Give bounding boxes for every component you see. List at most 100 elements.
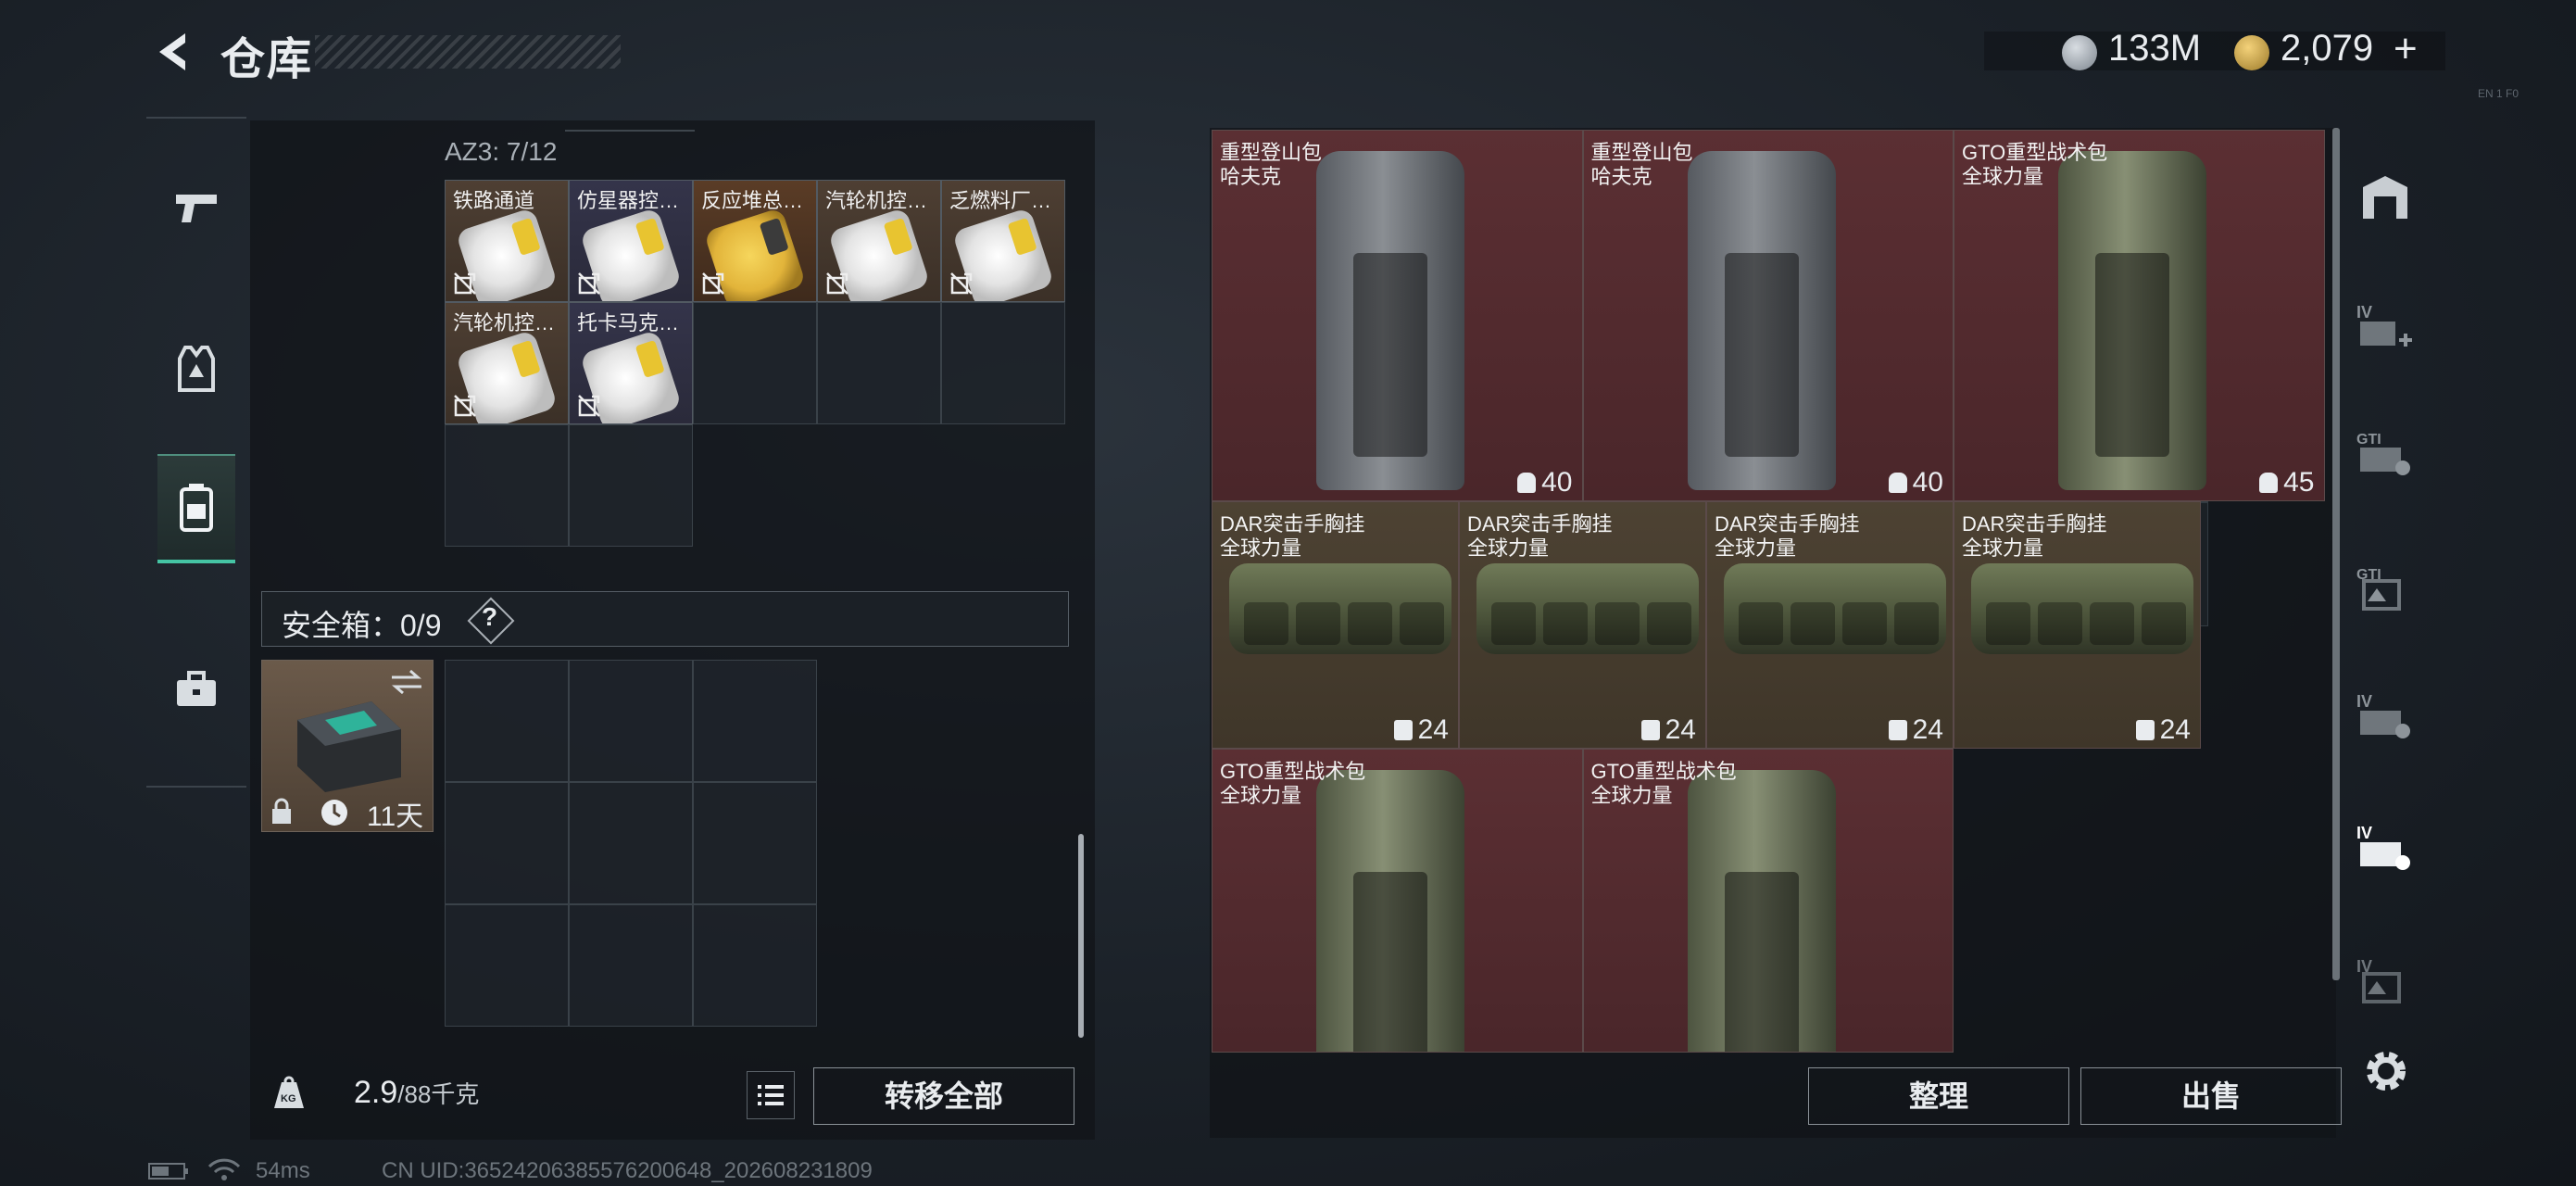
stash-item[interactable]: 重型登山包 哈夫克 40 [1582,130,1954,501]
rig-pouch [1986,601,2030,645]
stash-item[interactable]: DAR突击手胸挂 全球力量 24 [1459,500,1706,749]
backpack-strap [1724,871,1799,1053]
safe-grid-cell[interactable] [693,660,817,782]
stash-item[interactable]: GTO重型战术包 全球力量 45 [1954,130,2325,501]
safe-grid-cell[interactable] [569,660,693,782]
item-capacity: 24 [2135,714,2191,746]
stash-item[interactable]: DAR突击手胸挂 全球力量 24 [1706,500,1954,749]
weight-display: 2.9/88千克 [354,1075,479,1111]
safe-grid-cell[interactable] [693,782,817,904]
safe-grid-cell[interactable] [445,904,569,1027]
tab-stash-2[interactable]: GTI [2353,421,2418,486]
nav-weapons[interactable] [157,156,235,259]
swap-icon[interactable] [388,668,425,696]
stash-item[interactable]: DAR突击手胸挂 全球力量 24 [1954,500,2201,749]
tab-stash-4[interactable]: IV [2353,684,2418,749]
grid-cell[interactable] [445,424,569,547]
tab-stash-3[interactable]: GTI [2353,556,2418,621]
svg-text:IV: IV [2356,692,2372,711]
safe-grid-cell[interactable] [445,782,569,904]
battery-icon [148,1163,188,1180]
svg-text:IV: IV [2356,824,2372,842]
item-faction: 全球力量 [1962,165,2044,188]
keycard-name: 反应堆总… [701,189,804,212]
rig-pouch [1791,601,1835,645]
weight-icon: KG [274,1076,304,1108]
sell-button[interactable]: 出售 [2080,1067,2342,1125]
keycard-item[interactable]: 铁路通道 [445,180,569,302]
tab-warehouse[interactable] [2353,165,2418,230]
keycard-item[interactable]: 乏燃料厂… [941,180,1065,302]
tab-stash-5-selected[interactable]: IV [2353,815,2418,880]
settings-gear-icon[interactable] [2360,1045,2412,1097]
item-faction: 全球力量 [1715,536,1797,560]
weight-capacity: /88千克 [397,1080,480,1108]
weight-value: 2.9 [354,1075,398,1110]
grid-cell[interactable] [569,424,693,547]
vest-capacity-icon [2135,719,2155,740]
divider [565,130,695,132]
ping: 54ms [256,1158,310,1183]
grid-cell[interactable] [817,302,941,424]
safe-box-image [297,701,401,792]
capacity-value: 24 [1417,713,1449,745]
keycard-chip [510,217,541,256]
safe-grid-cell[interactable] [445,660,569,782]
item-faction: 全球力量 [1220,783,1302,807]
silver-coin-icon [2062,35,2097,70]
stash-item[interactable]: GTO重型战术包 全球力量 [1212,748,1583,1053]
safe-grid-cell[interactable] [693,904,817,1027]
backpack-icon [180,484,213,532]
keycard-name: 仿星器控… [577,189,680,212]
tab-stash-1[interactable]: IV [2353,295,2418,360]
list-view-button[interactable] [747,1071,795,1119]
keycard-chip [883,217,913,256]
rig-pouch [1739,601,1783,645]
left-scrollbar[interactable] [1078,834,1084,1038]
version-hint: EN 1 F0 [2477,87,2519,100]
container-label: AZ3: 7/12 [445,137,558,166]
grid-cell[interactable] [941,302,1065,424]
warehouse-icon [2363,176,2407,219]
vest-capacity-icon [1640,719,1660,740]
back-arrow-icon[interactable] [148,26,200,78]
stash-scrollbar[interactable] [2332,128,2340,980]
stash-item[interactable]: DAR突击手胸挂 全球力量 24 [1212,500,1459,749]
safe-grid-cell[interactable] [569,904,693,1027]
page-title: 仓库 [220,35,314,84]
list-icon [758,1085,784,1105]
add-currency-button[interactable]: + [2394,26,2418,72]
capacity-value: 24 [1665,713,1696,745]
backpack-image [1316,151,1464,490]
help-text: ? [482,602,498,631]
keycard-item[interactable]: 托卡马克… [569,302,693,424]
nav-armor[interactable] [157,317,235,421]
rig-pouch [1595,601,1640,645]
svg-text:GTI: GTI [2356,432,2381,448]
nav-cases[interactable] [157,637,235,741]
keycard-item[interactable]: 仿星器控… [569,180,693,302]
transfer-all-button[interactable]: 转移全部 [813,1067,1074,1125]
grid-cell[interactable] [693,302,817,424]
rig-pouch [1894,601,1939,645]
user-uid: CN UID:3652420638557620064​8_20260823180… [382,1158,873,1183]
sort-button[interactable]: 整理 [1808,1067,2069,1125]
keycard-item[interactable]: 汽轮机控… [817,180,941,302]
keycard-name: 汽轮机控… [825,189,928,212]
tab-stash-6[interactable]: IV [2353,949,2418,1014]
stash-item[interactable]: 重型登山包 哈夫克 40 [1212,130,1583,501]
keycard-item[interactable]: 汽轮机控… [445,302,569,424]
safe-grid-cell[interactable] [569,782,693,904]
stash-item[interactable]: GTO重型战术包 全球力量 [1582,748,1954,1053]
lock-icon [272,798,291,824]
nav-backpacks[interactable] [157,454,235,563]
keycard-item[interactable]: 反应堆总… [693,180,817,302]
chest-rig-image [1971,562,2193,654]
chest-rig-image [1229,562,1451,654]
capacity-value: 40 [1912,466,1943,498]
stash-gti-icon: GTI [2356,432,2410,475]
unlinked-icon [454,395,476,417]
item-faction: 全球力量 [1962,536,2044,560]
rig-pouch [1842,601,1887,645]
clock-icon [321,800,347,826]
